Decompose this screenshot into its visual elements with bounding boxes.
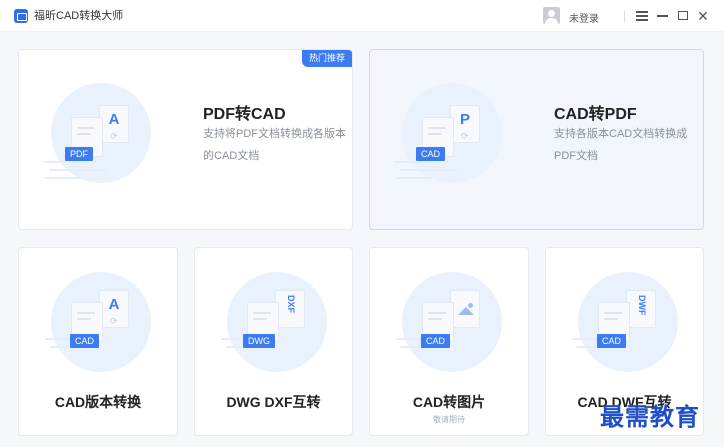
doc-vertical-label: DWF [637, 295, 647, 316]
image-icon [458, 303, 474, 315]
menu-icon[interactable] [634, 8, 650, 24]
card-dwg-dxf-convert[interactable]: DXF DWG DWG DXF互转 [194, 247, 353, 436]
file-type-tag: DWG [243, 334, 275, 348]
file-type-tag: PDF [65, 147, 93, 161]
doc-letter: A [108, 111, 120, 128]
card-description: 支持各版本CAD文档转换成PDF文档 [554, 128, 688, 162]
pdf-to-cad-illustration: A ⟳ PDF [43, 83, 191, 193]
card-description: 支持将PDF文档转换成各版本的CAD文档 [203, 128, 346, 162]
file-type-tag: CAD [421, 334, 451, 348]
coming-soon-label: 敬请期待 [433, 415, 465, 424]
app-logo-icon [14, 9, 28, 23]
watermark-logo: 最需教育 [600, 402, 700, 431]
divider [624, 11, 625, 22]
hot-recommend-badge: 热门推荐 [301, 50, 352, 67]
card-title: CAD转图片 [412, 394, 486, 410]
card-title: PDF转CAD [203, 106, 286, 123]
title-bar: 福昕CAD转换大师 未登录 ✕ [0, 0, 724, 32]
card-title: CAD转PDF [554, 106, 637, 123]
cad-dwf-illustration: DWF CAD [572, 272, 678, 372]
sync-icon: ⟳ [461, 131, 469, 141]
minimize-icon[interactable] [655, 8, 671, 24]
app-title: 福昕CAD转换大师 [34, 10, 124, 22]
sync-icon: ⟳ [110, 131, 118, 141]
doc-letter: P [459, 111, 470, 128]
user-avatar-icon[interactable] [543, 7, 560, 24]
login-status[interactable]: 未登录 [569, 10, 599, 25]
doc-vertical-label: DXF [286, 295, 296, 313]
cad-to-pdf-illustration: P ⟳ CAD [394, 83, 542, 193]
cad-to-image-illustration: CAD [396, 272, 502, 372]
close-icon[interactable]: ✕ [695, 8, 711, 24]
cad-version-illustration: A ⟳ CAD [45, 272, 151, 372]
file-type-tag: CAD [597, 334, 627, 348]
file-type-tag: CAD [416, 147, 446, 161]
maximize-icon[interactable] [675, 8, 691, 24]
card-title: CAD版本转换 [54, 394, 142, 410]
card-pdf-to-cad[interactable]: 热门推荐 A ⟳ PDF PDF转CAD 支持将PDF文档转换成各版本的CAD文… [18, 49, 353, 230]
card-cad-version-convert[interactable]: A ⟳ CAD CAD版本转换 [18, 247, 178, 436]
file-type-tag: CAD [70, 334, 100, 348]
sync-icon: ⟳ [110, 316, 118, 326]
dwg-dxf-illustration: DXF DWG [221, 272, 327, 372]
card-cad-to-pdf[interactable]: P ⟳ CAD CAD转PDF 支持各版本CAD文档转换成PDF文档 [369, 49, 704, 230]
card-title: DWG DXF互转 [226, 394, 321, 410]
doc-letter: A [108, 296, 120, 313]
card-cad-to-image[interactable]: CAD CAD转图片 敬请期待 [369, 247, 529, 436]
